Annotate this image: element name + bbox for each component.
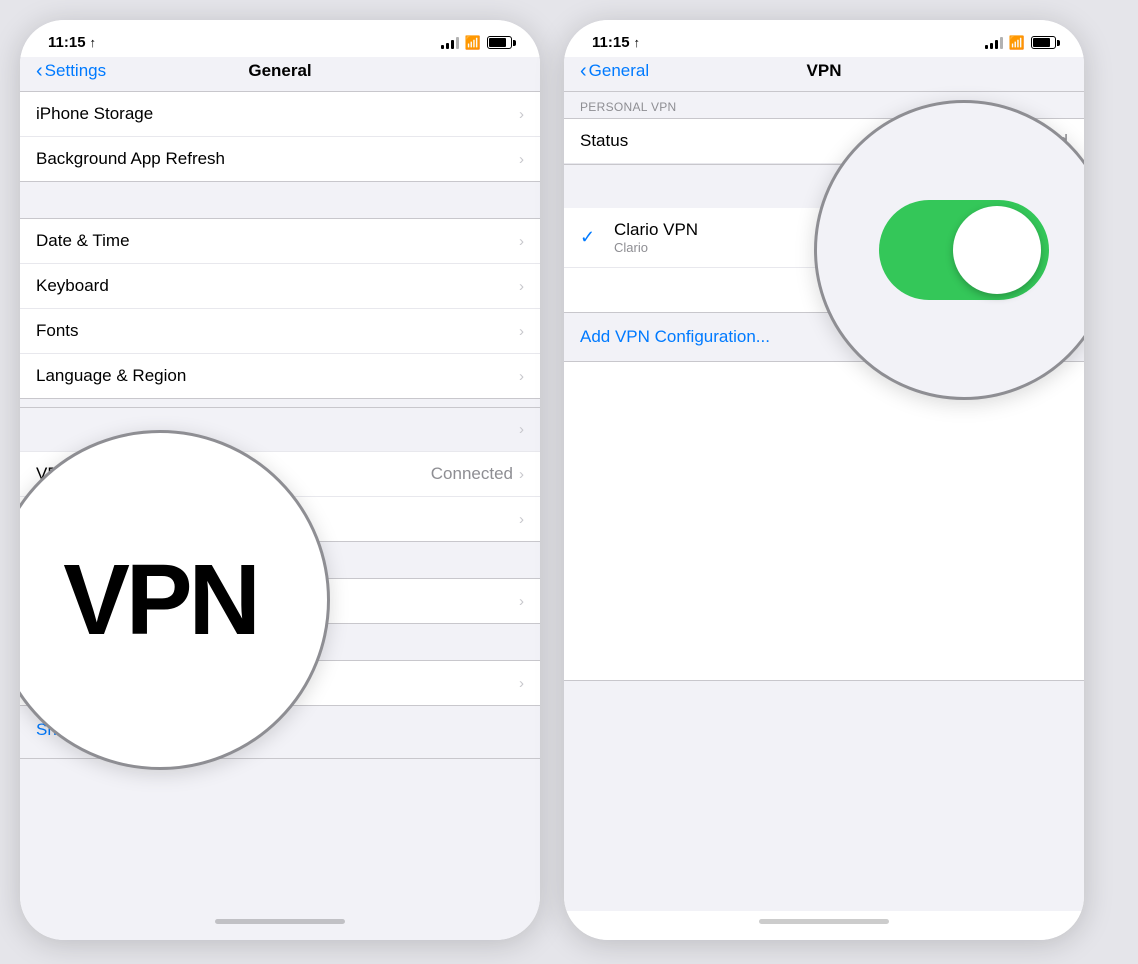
language-value: ›	[519, 368, 524, 385]
chevron-icon: ›	[519, 593, 524, 610]
right-status-bar: 11:15 ↑ 📶	[564, 20, 1084, 57]
right-status-icons: 📶	[985, 35, 1056, 51]
left-nav-bar: ‹ Settings General	[20, 57, 540, 92]
chevron-icon: ›	[519, 466, 524, 483]
wifi-icon: 📶	[1009, 35, 1025, 51]
left-status-bar: 11:15 ↑ 📶	[20, 20, 540, 57]
datetime-value: ›	[519, 233, 524, 250]
iphone-storage-value: ›	[519, 106, 524, 123]
list-item-bg-refresh[interactable]: Background App Refresh ›	[20, 137, 540, 181]
left-back-button[interactable]: ‹ Settings	[36, 61, 106, 81]
left-phone: 11:15 ↑ 📶 ‹ Settings General	[20, 20, 540, 940]
right-nav-title: VPN	[807, 61, 842, 81]
vpn-empty-section	[564, 361, 1084, 681]
chevron-icon: ›	[519, 106, 524, 123]
toggle-knob	[953, 206, 1041, 294]
right-location-icon: ↑	[634, 35, 641, 50]
left-back-label: Settings	[45, 61, 106, 81]
right-time: 11:15	[592, 34, 630, 51]
group-datetime: Date & Time › Keyboard › Fonts ›	[20, 218, 540, 399]
left-time: 11:15	[48, 34, 86, 51]
legal-value: ›	[519, 593, 524, 610]
home-bar	[759, 919, 889, 924]
list-item-datetime[interactable]: Date & Time ›	[20, 219, 540, 264]
ios-profile-value: ›	[519, 511, 524, 528]
signal-icon	[985, 37, 1003, 49]
chevron-icon: ›	[519, 421, 524, 438]
chevron-icon: ›	[519, 151, 524, 168]
battery-icon	[487, 36, 512, 49]
vpn-toggle[interactable]	[879, 200, 1049, 300]
bg-refresh-value: ›	[519, 151, 524, 168]
list-item-fonts[interactable]: Fonts ›	[20, 309, 540, 354]
signal-icon	[441, 37, 459, 49]
keyboard-label: Keyboard	[36, 276, 109, 296]
vpn-status-text: Connected	[431, 464, 513, 484]
left-nav-title: General	[248, 61, 311, 81]
left-location-icon: ↑	[90, 35, 97, 50]
left-back-chevron-icon: ‹	[36, 61, 43, 81]
iphone-storage-label: iPhone Storage	[36, 104, 153, 124]
battery-icon	[1031, 36, 1056, 49]
list-item-iphone-storage[interactable]: iPhone Storage ›	[20, 92, 540, 137]
bottom-group	[20, 758, 540, 768]
bg-refresh-label: Background App Refresh	[36, 149, 225, 169]
fonts-label: Fonts	[36, 321, 79, 341]
right-back-chevron-icon: ‹	[580, 61, 587, 81]
right-phone: 11:15 ↑ 📶 ‹ General VPN	[564, 20, 1084, 940]
gap1	[20, 182, 540, 218]
right-home-indicator	[564, 911, 1084, 940]
chevron-icon: ›	[519, 233, 524, 250]
reset-value: ›	[519, 675, 524, 692]
left-status-icons: 📶	[441, 35, 512, 51]
chevron-icon: ›	[519, 368, 524, 385]
chevron-icon: ›	[519, 323, 524, 340]
list-item-keyboard[interactable]: Keyboard ›	[20, 264, 540, 309]
fonts-value: ›	[519, 323, 524, 340]
vpn-checkmark-icon: ✓	[580, 227, 600, 248]
chevron-icon: ›	[519, 511, 524, 528]
right-back-label: General	[589, 61, 649, 81]
chevron-icon: ›	[519, 675, 524, 692]
right-back-button[interactable]: ‹ General	[580, 61, 649, 81]
chevron-icon: ›	[519, 278, 524, 295]
list-item-language[interactable]: Language & Region ›	[20, 354, 540, 398]
vpn-overlay-text: VPN	[63, 543, 257, 658]
group-storage: iPhone Storage › Background App Refresh …	[20, 92, 540, 182]
right-nav-bar: ‹ General VPN	[564, 57, 1084, 92]
keyboard-value: ›	[519, 278, 524, 295]
gap2	[20, 399, 540, 407]
vpn-value: Connected ›	[431, 464, 524, 484]
datetime-label: Date & Time	[36, 231, 130, 251]
left-home-indicator	[20, 911, 540, 940]
status-label: Status	[580, 131, 628, 151]
home-bar	[215, 919, 345, 924]
language-label: Language & Region	[36, 366, 186, 386]
wifi-icon: 📶	[465, 35, 481, 51]
